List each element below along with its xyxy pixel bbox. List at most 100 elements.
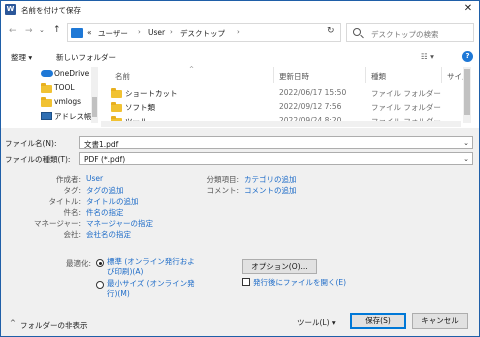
breadcrumb-desktop[interactable]: デスクトップ [180, 28, 225, 39]
meta-subject[interactable]: 件名の指定 [86, 207, 124, 218]
breadcrumb-user[interactable]: User [148, 28, 165, 37]
recent-locations-chevron-icon[interactable]: ⌄ [39, 26, 45, 34]
breadcrumb-overflow-icon[interactable]: « [87, 28, 92, 37]
nav-pane-scroll-thumb[interactable] [92, 97, 97, 117]
address-bar[interactable]: « ユーザー › User › デスクトップ › ⌄ [67, 23, 383, 42]
navigation-pane: OneDrive TOOL vmlogs アドレス帳 [1, 67, 99, 123]
meta-company[interactable]: 会社名の指定 [86, 229, 131, 240]
file-list-scroll-thumb[interactable] [464, 69, 470, 115]
filename-dropdown-icon[interactable]: ⌄ [463, 139, 469, 147]
optimize-label: 最適化: [65, 259, 91, 268]
open-after-publish-checkbox[interactable] [242, 278, 250, 286]
tools-button[interactable]: ツール(L) ▾ [297, 317, 336, 328]
column-header-name[interactable]: 名前 [115, 71, 130, 82]
search-placeholder: デスクトップの検索 [371, 30, 439, 39]
save-as-dialog: W 名前を付けて保存 ✕ ← → ⌄ ↑ « ユーザー › User › デスク… [0, 0, 480, 337]
column-divider[interactable] [441, 67, 442, 83]
window-title: 名前を付けて保存 [21, 6, 81, 15]
file-list: ^ 名前 更新日時 種類 サイズ ショートカット 2022/06/17 15:5… [101, 66, 479, 126]
meta-label-subject: 件名: [63, 208, 81, 217]
onedrive-cloud-icon [41, 70, 53, 77]
breadcrumb-separator-icon[interactable]: › [237, 28, 240, 36]
folder-icon [111, 102, 122, 112]
nav-item-tool[interactable]: TOOL [1, 81, 97, 95]
meta-label-categories: 分類項目: [206, 175, 239, 184]
column-divider[interactable] [273, 67, 274, 83]
view-options-icon[interactable]: ☷ ▾ [421, 52, 434, 61]
help-icon[interactable]: ? [462, 51, 473, 62]
folder-icon [41, 83, 52, 93]
file-row[interactable]: ショートカット 2022/06/17 15:50 ファイル フォルダー [101, 86, 441, 100]
meta-label-author: 作成者: [55, 175, 81, 184]
nav-item-label: アドレス帳 [54, 112, 92, 121]
refresh-icon[interactable]: ↻ [327, 26, 335, 36]
file-name: ソフト類 [125, 103, 155, 112]
save-options-panel: ファイル名(N): 文書1.pdf ⌄ ファイルの種類(T): PDF (*.p… [1, 128, 479, 336]
filename-input[interactable]: 文書1.pdf ⌄ [79, 136, 473, 149]
open-after-publish-label[interactable]: 発行後にファイルを開く(E) [253, 277, 346, 288]
radio-standard-label[interactable]: 標準 (オンライン発行およ び印刷)(A) [107, 257, 195, 277]
word-app-icon: W [5, 4, 16, 15]
new-folder-button[interactable]: 新しいフォルダー [56, 52, 116, 63]
meta-title[interactable]: タイトルの追加 [86, 196, 139, 207]
column-divider[interactable] [365, 67, 366, 83]
radio-standard[interactable] [96, 259, 104, 267]
close-icon[interactable]: ✕ [460, 2, 476, 16]
back-arrow-icon[interactable]: ← [9, 26, 17, 36]
hide-folders-chevron-icon[interactable]: ^ [10, 319, 16, 327]
command-toolbar: 整理 ▾ 新しいフォルダー ☷ ▾ ? [1, 48, 479, 66]
forward-arrow-icon[interactable]: → [25, 26, 33, 36]
meta-categories[interactable]: カテゴリの追加 [244, 174, 297, 185]
organize-button[interactable]: 整理 ▾ [11, 52, 32, 63]
breadcrumb-separator-icon[interactable]: › [138, 28, 141, 36]
radio-minimum-size[interactable] [96, 281, 104, 289]
column-header-type[interactable]: 種類 [371, 71, 386, 82]
filename-value: 文書1.pdf [84, 140, 119, 149]
meta-label-comments: コメント: [206, 186, 239, 195]
file-type: ファイル フォルダー [371, 89, 441, 98]
folder-icon [111, 88, 122, 98]
search-box[interactable]: デスクトップの検索 [346, 23, 474, 42]
nav-pane-scrollbar[interactable] [91, 67, 98, 123]
filetype-label: ファイルの種類(T): [5, 155, 71, 164]
file-list-scrollbar[interactable] [463, 67, 471, 123]
meta-comments[interactable]: コメントの追加 [244, 185, 297, 196]
filename-label: ファイル名(N): [5, 139, 57, 148]
folder-icon [41, 97, 52, 107]
file-row[interactable]: ソフト類 2022/09/12 7:56 ファイル フォルダー [101, 100, 441, 114]
save-button[interactable]: 保存(S) [350, 313, 406, 329]
file-name: ショートカット [125, 89, 178, 98]
contacts-icon [41, 112, 52, 120]
nav-item-label: TOOL [54, 83, 75, 92]
desktop-location-icon [71, 28, 83, 38]
meta-label-title: タイトル: [48, 197, 81, 206]
nav-item-label: OneDrive [54, 69, 90, 78]
sort-ascending-icon: ^ [189, 66, 195, 73]
meta-author[interactable]: User [86, 174, 103, 183]
up-arrow-icon[interactable]: ↑ [53, 25, 61, 35]
hide-folders-button[interactable]: フォルダーの非表示 [20, 320, 88, 331]
meta-label-company: 会社: [63, 230, 81, 239]
file-type: ファイル フォルダー [371, 103, 441, 112]
file-list-horizontal-scrollbar[interactable] [101, 121, 461, 127]
meta-label-manager: マネージャー: [33, 219, 81, 228]
nav-item-vmlogs[interactable]: vmlogs [1, 95, 97, 109]
nav-item-onedrive[interactable]: OneDrive [1, 67, 97, 81]
breadcrumb-users[interactable]: ユーザー [98, 28, 128, 39]
breadcrumb-separator-icon[interactable]: › [170, 28, 173, 36]
filetype-dropdown-icon[interactable]: ⌄ [463, 155, 469, 163]
file-modified: 2022/09/12 7:56 [279, 102, 342, 111]
title-bar: W 名前を付けて保存 ✕ [1, 1, 479, 18]
search-icon [353, 28, 361, 36]
filetype-value: PDF (*.pdf) [84, 155, 126, 164]
nav-item-label: vmlogs [54, 97, 82, 106]
meta-tags[interactable]: タグの追加 [86, 185, 124, 196]
column-header-modified[interactable]: 更新日時 [279, 71, 309, 82]
filetype-select[interactable]: PDF (*.pdf) ⌄ [79, 152, 473, 165]
nav-item-address-book[interactable]: アドレス帳 [1, 109, 97, 123]
radio-minimum-size-label[interactable]: 最小サイズ (オンライン発 行)(M) [107, 279, 195, 299]
meta-manager[interactable]: マネージャーの指定 [86, 218, 153, 229]
file-modified: 2022/06/17 15:50 [279, 88, 347, 97]
cancel-button[interactable]: キャンセル [412, 313, 468, 329]
options-button[interactable]: オプション(O)... [242, 259, 317, 274]
